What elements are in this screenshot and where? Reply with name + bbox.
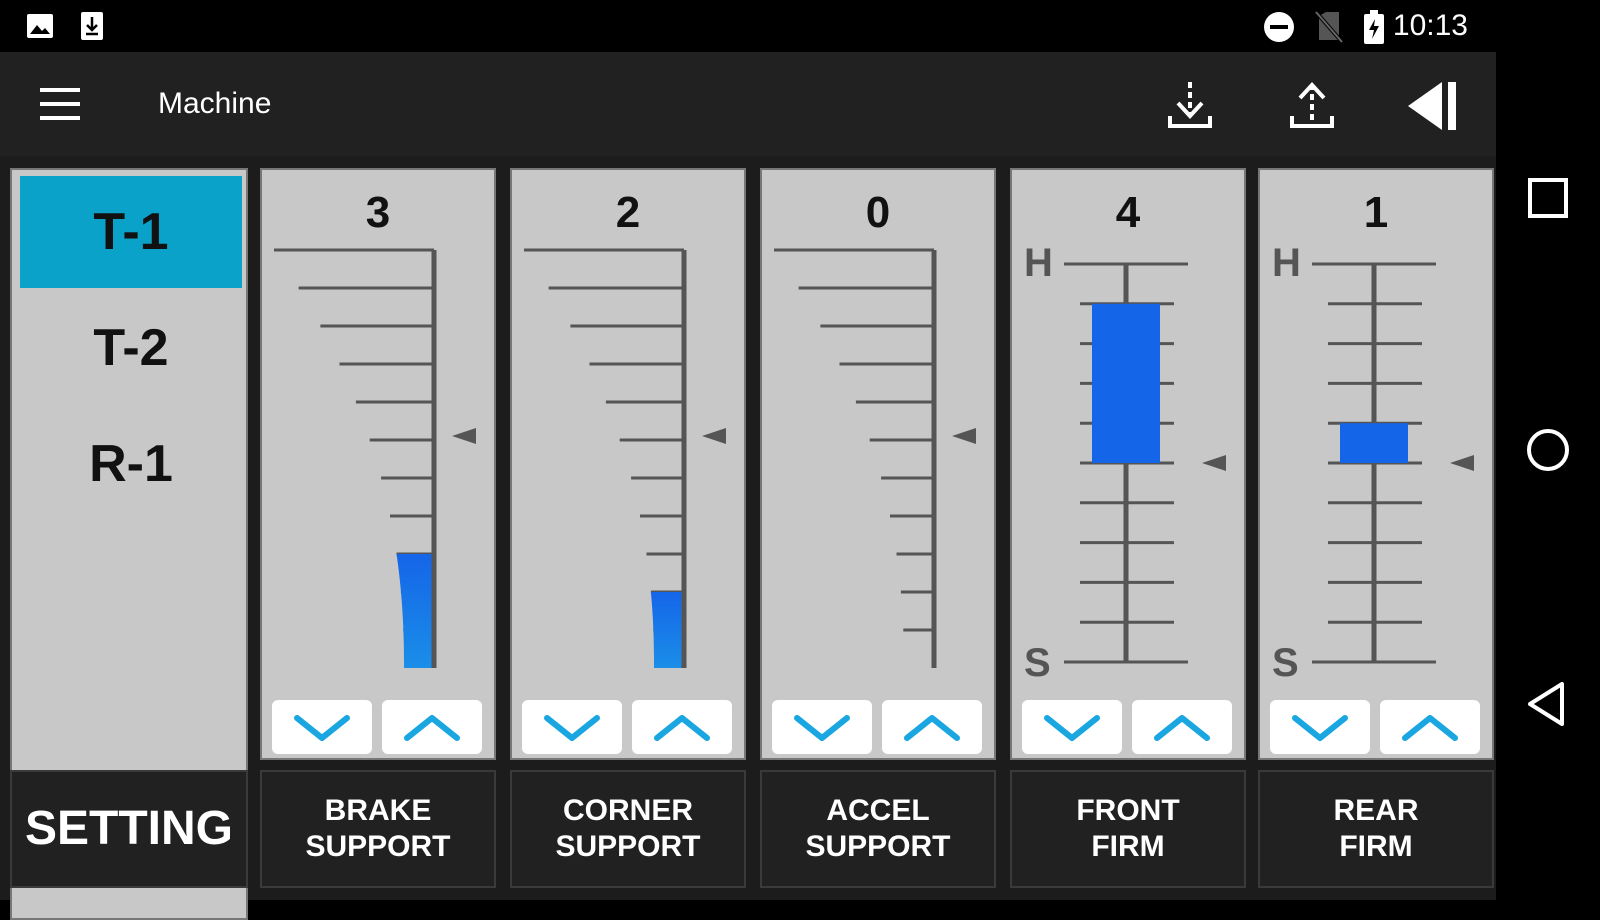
default-marker-icon <box>1450 455 1474 471</box>
corner-support-button[interactable]: CORNER SUPPORT <box>510 770 746 888</box>
default-marker-icon <box>952 428 976 444</box>
chevron-up-icon <box>1402 715 1458 741</box>
corner-support-gauge <box>524 248 726 668</box>
image-icon <box>24 10 56 47</box>
accel-support-value: 0 <box>865 188 891 237</box>
accel-support-ticks <box>774 248 934 632</box>
accel-support-button[interactable]: ACCEL SUPPORT <box>760 770 996 888</box>
accel-support-panel: 0 <box>760 168 996 760</box>
front-firm-up-button[interactable] <box>1132 700 1232 754</box>
chevron-up-icon <box>1154 715 1210 741</box>
brake-support-level-fill <box>396 554 434 668</box>
chevron-down-icon <box>1044 715 1100 741</box>
rear-firm-up-button[interactable] <box>1380 700 1480 754</box>
corner-support-ticks <box>524 248 684 632</box>
clock: 10:13 <box>1392 9 1468 42</box>
rear-firm-soft-label: S <box>1272 641 1299 685</box>
navigation-bar <box>1496 0 1600 900</box>
tune-item-t1[interactable]: T-1 <box>20 176 242 288</box>
status-bar: 10:13 <box>0 0 1496 52</box>
front-firm-button[interactable]: FRONT FIRM <box>1010 770 1246 888</box>
accel-support-gauge <box>774 248 976 668</box>
download-icon <box>76 10 108 47</box>
brake-support-panel: 3 <box>260 168 496 760</box>
front-firm-down-button[interactable] <box>1022 700 1122 754</box>
brake-support-button[interactable]: BRAKE SUPPORT <box>260 770 496 888</box>
collapse-panel-icon <box>1408 82 1456 130</box>
rear-firm-gauge: HS <box>1272 242 1474 685</box>
brake-support-value: 3 <box>365 188 391 237</box>
collapse-panel-button[interactable] <box>1404 76 1464 136</box>
front-firm-label: FRONT FIRM <box>1076 794 1180 863</box>
corner-support-value: 2 <box>615 188 641 237</box>
recents-icon[interactable] <box>1522 172 1574 224</box>
home-icon[interactable] <box>1522 424 1574 476</box>
accel-support-down-button[interactable] <box>772 700 872 754</box>
download-button[interactable] <box>1160 76 1220 136</box>
brake-support-label: BRAKE SUPPORT <box>305 794 451 863</box>
download-icon <box>1168 82 1212 128</box>
no-sim-icon <box>1314 10 1344 49</box>
back-icon[interactable] <box>1522 678 1574 730</box>
brake-support-down-button[interactable] <box>272 700 372 754</box>
front-firm-level-fill <box>1092 303 1160 463</box>
chevron-up-icon <box>904 715 960 741</box>
rear-firm-level-fill <box>1340 423 1408 463</box>
default-marker-icon <box>452 428 476 444</box>
upload-icon <box>1290 82 1334 128</box>
accel-support-label: ACCEL SUPPORT <box>805 794 951 863</box>
rear-firm-down-button[interactable] <box>1270 700 1370 754</box>
corner-support-level-fill <box>650 592 684 668</box>
front-firm-hard-label: H <box>1024 242 1053 285</box>
brake-support-gauge <box>274 248 476 668</box>
corner-support-label: CORNER SUPPORT <box>555 794 701 863</box>
tune-item-r1[interactable]: R-1 <box>20 408 242 520</box>
do-not-disturb-icon <box>1262 10 1296 49</box>
chevron-down-icon <box>794 715 850 741</box>
chevron-down-icon <box>544 715 600 741</box>
brake-support-up-button[interactable] <box>382 700 482 754</box>
page-title: Machine <box>158 87 272 120</box>
main-area: T-1 T-2 R-1 SETTING 3 BRAKE SUPPORT 2 CORNE… <box>0 156 1496 920</box>
chevron-up-icon <box>654 715 710 741</box>
accel-support-up-button[interactable] <box>882 700 982 754</box>
corner-support-panel: 2 <box>510 168 746 760</box>
corner-support-up-button[interactable] <box>632 700 732 754</box>
setting-label: SETTING <box>24 802 233 855</box>
front-firm-gauge: HS <box>1024 242 1226 685</box>
front-firm-panel: 4HS <box>1010 168 1246 760</box>
rear-firm-value: 1 <box>1363 188 1389 237</box>
chevron-up-icon <box>404 715 460 741</box>
rear-firm-label: REAR FIRM <box>1333 794 1419 863</box>
default-marker-icon <box>702 428 726 444</box>
front-firm-soft-label: S <box>1024 641 1051 685</box>
chevron-down-icon <box>1292 715 1348 741</box>
rear-firm-button[interactable]: REAR FIRM <box>1258 770 1494 888</box>
menu-icon[interactable] <box>36 84 84 124</box>
battery-charging-icon <box>1362 10 1386 49</box>
default-marker-icon <box>1202 455 1226 471</box>
front-firm-value: 4 <box>1115 188 1141 237</box>
corner-support-down-button[interactable] <box>522 700 622 754</box>
setting-button[interactable]: SETTING <box>10 770 248 888</box>
upload-button[interactable] <box>1282 76 1342 136</box>
app-bar: Machine <box>0 52 1496 156</box>
rear-firm-hard-label: H <box>1272 242 1301 285</box>
chevron-down-icon <box>294 715 350 741</box>
tune-item-t2[interactable]: T-2 <box>20 292 242 404</box>
rear-firm-panel: 1HS <box>1258 168 1494 760</box>
